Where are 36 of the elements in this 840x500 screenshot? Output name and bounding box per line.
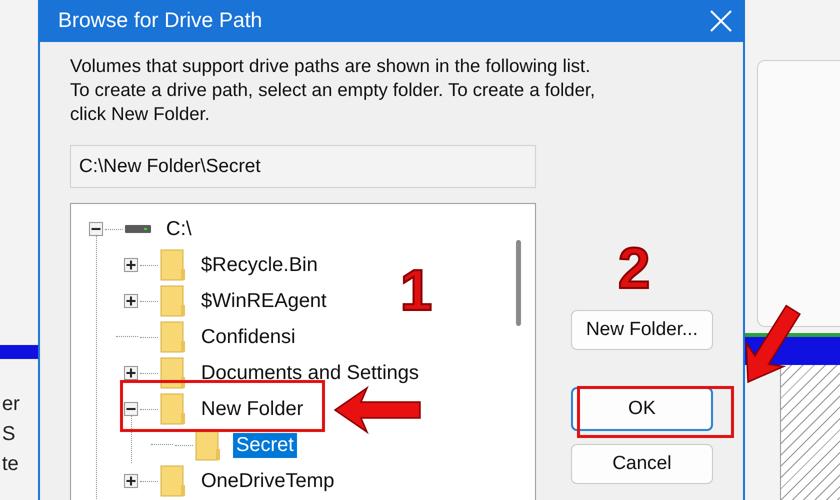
tree-item[interactable]: $WinREAgent <box>198 288 330 314</box>
step-number: 1 <box>400 262 432 320</box>
folder-icon <box>160 285 186 317</box>
folder-icon <box>160 465 186 497</box>
minus-box-icon[interactable] <box>89 222 103 236</box>
tree-item[interactable]: Confidensi <box>198 324 299 350</box>
minus-box-icon[interactable] <box>124 402 138 416</box>
plus-box-icon[interactable] <box>124 294 138 308</box>
tree-item[interactable]: Documents and Settings <box>198 360 422 386</box>
disk-label: er <box>2 393 21 415</box>
folder-icon <box>160 393 186 425</box>
dialog-button[interactable]: OK <box>570 387 713 431</box>
plus-box-icon[interactable] <box>124 366 138 380</box>
tree-item[interactable]: $Recycle.Bin <box>198 252 321 278</box>
disk-label: te <box>2 453 20 475</box>
folder-icon <box>195 429 221 461</box>
dialog-button[interactable]: Cancel <box>570 444 713 484</box>
step-number: 2 <box>618 240 650 298</box>
tree-item[interactable]: New Folder <box>198 396 306 422</box>
tree-item[interactable]: OneDriveTemp <box>198 468 338 494</box>
partition-bar <box>0 345 38 359</box>
folder-icon <box>160 249 186 281</box>
plus-box-icon[interactable] <box>124 258 138 272</box>
disk-label: S <box>2 423 16 445</box>
path-field[interactable]: C:\New Folder\Secret <box>70 145 536 188</box>
plus-box-icon[interactable] <box>124 474 138 488</box>
folder-icon <box>160 321 186 353</box>
scrollbar-thumb[interactable] <box>516 240 521 326</box>
folder-icon <box>160 357 186 389</box>
window-title: Browse for Drive Path <box>58 9 264 33</box>
dialog-button[interactable]: New Folder... <box>570 310 713 350</box>
tree-item[interactable]: C:\ <box>163 216 195 242</box>
instructions-text: Volumes that support drive paths are shown in the following list. To create a drive path, select an empty folder. To create a folder, click New Folder. <box>70 54 596 126</box>
drive-icon <box>125 225 151 233</box>
tree-item[interactable]: Secret <box>233 432 297 458</box>
close-icon[interactable] <box>709 9 733 33</box>
